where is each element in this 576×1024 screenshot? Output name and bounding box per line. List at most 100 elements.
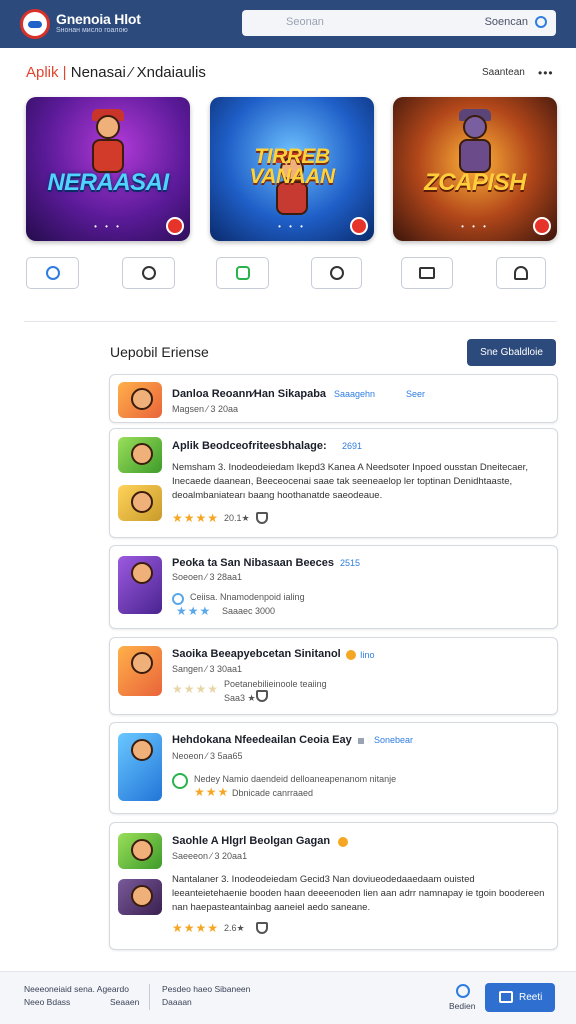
help-icon[interactable] <box>456 984 470 998</box>
print-button[interactable]: Reeti <box>485 983 555 1012</box>
list-item[interactable]: Saoika Beeapyebcetan Sinitanol Iino Sang… <box>109 637 558 715</box>
drop-icon <box>45 266 60 280</box>
see-all-button[interactable]: Sne Gbaldloie <box>467 339 556 366</box>
quick-action-button-6[interactable] <box>496 257 546 289</box>
list-item-title: Saohle A Hlgrl Beolgan Gagan <box>172 835 331 847</box>
footer-link-1[interactable]: Pesdeo haeo Sibaneen <box>162 984 250 994</box>
footer-text-1: Neeeoneiaid sena. Ageardo <box>24 984 129 994</box>
list-item-title: Danloa Reoann⁄Han Sikapaba <box>172 388 327 400</box>
list-item-tag: Sonebear <box>374 735 414 745</box>
featured-game-card-1[interactable]: NERAASAI • • • <box>26 97 190 241</box>
app-thumbnail <box>118 382 162 418</box>
featured-game-card-2[interactable]: TIRREB VANAAN • • • <box>210 97 374 241</box>
footer-divider <box>149 984 150 1010</box>
card-icon <box>419 267 435 279</box>
list-item-subtitle: Soeoen ⁄ 3 28aa1 <box>172 572 243 582</box>
app-thumbnail-2 <box>118 879 162 915</box>
app-logo-subtitle: Ѕнонан мисло гоалою <box>56 27 128 34</box>
thumbs-up-icon[interactable] <box>256 922 268 934</box>
list-item-meta: Poetanebilieinoole teaiing <box>224 679 327 689</box>
footer-text-2: Neeo Bdass <box>24 997 71 1007</box>
app-thumbnail <box>118 437 162 473</box>
list-item-meta: Ceiisa. Nnamodenpoid ialing <box>190 592 305 602</box>
circle-icon <box>141 266 156 280</box>
search-label: Soencan <box>484 16 528 28</box>
list-item-title: Aplik Beodceofriteesbhalage: <box>172 440 327 452</box>
rating-stars: ★★★★ <box>172 682 220 696</box>
quick-action-button-1[interactable] <box>26 257 79 289</box>
rating-value: 20.1★ <box>224 513 250 523</box>
sparkle-icon <box>358 738 364 744</box>
list-item[interactable]: Saohle A Hlgrl Beolgan Gagan Saeeeon ⁄ 3… <box>109 822 558 950</box>
list-item-description: Nemsham 3. Inodeodeiedam Ikepd3 Kanea A … <box>172 462 528 501</box>
game-card-title: NERAASAI <box>47 169 169 196</box>
list-item-tag: Iino <box>360 650 375 660</box>
list-item-tag-2: Seer <box>406 389 426 399</box>
quick-action-button-4[interactable] <box>311 257 362 289</box>
list-item-meta-2: Dbnicade canrraaed <box>232 788 314 798</box>
quick-action-button-2[interactable] <box>122 257 175 289</box>
list-item-tag: 2515 <box>340 558 361 568</box>
app-thumbnail <box>118 646 162 696</box>
badge-icon <box>338 837 348 847</box>
search-placeholder: Seonan <box>286 16 324 28</box>
favorite-icon[interactable] <box>533 217 551 235</box>
list-item-tag: 2691 <box>342 441 363 451</box>
game-card-title: ZCAPISH <box>424 169 526 196</box>
list-item[interactable]: Aplik Beodceofriteesbhalage: 2691 Nemsha… <box>109 428 558 538</box>
game-card-title: TIRREB VANAAN <box>249 145 335 188</box>
app-thumbnail <box>118 833 162 869</box>
featured-section-title: Aplik | Nenasai ⁄ Xndaiaulis <box>26 64 206 81</box>
print-icon <box>499 991 513 1003</box>
rating-stars: ★★★★ <box>172 921 220 935</box>
app-logo-icon[interactable] <box>20 9 50 39</box>
list-item-description: Nantalaner 3. Inodeodeiedam Gecid3 Nan d… <box>172 874 545 913</box>
list-item-meta-2: Saaaec 3000 <box>222 606 276 616</box>
list-item[interactable]: Peoka ta San Nibasaan Beeces 2515 Soeoen… <box>109 545 558 629</box>
footer-text-3: Seaaen <box>110 997 140 1007</box>
top-header: Gnenoia Hlot Ѕнонан мисло гоалою Seonan … <box>0 0 576 48</box>
thumbs-up-icon[interactable] <box>256 512 268 524</box>
app-thumbnail-2 <box>118 485 162 521</box>
search-input[interactable]: Seonan Soencan <box>242 10 556 36</box>
help-label[interactable]: Bedien <box>449 1001 475 1011</box>
rating-stars: ★★★ <box>194 785 230 799</box>
list-item-subtitle: Magsen ⁄ 3 20aa <box>172 404 239 414</box>
featured-game-card-3[interactable]: ZCAPISH • • • <box>393 97 557 241</box>
quick-action-button-5[interactable] <box>401 257 453 289</box>
favorite-icon[interactable] <box>166 217 184 235</box>
list-section-title: Uepobil Eriense <box>110 344 209 360</box>
list-item-subtitle: Sangen ⁄ 3 30aa1 <box>172 664 243 674</box>
list-item[interactable]: Danloa Reoann⁄Han Sikapaba Saaagehn Seer… <box>109 374 558 423</box>
verified-icon <box>172 773 188 789</box>
featured-see-more-link[interactable]: Saantean <box>482 67 525 78</box>
app-thumbnail <box>118 556 162 614</box>
list-item-title: Saoika Beeapyebcetan Sinitanol <box>172 648 341 660</box>
app-thumbnail <box>118 733 162 801</box>
badge-icon <box>346 650 356 660</box>
list-item-tag: Saaagehn <box>334 389 376 399</box>
list-item-title: Peoka ta San Nibasaan Beeces <box>172 557 335 569</box>
more-options-icon[interactable]: ••• <box>538 66 554 80</box>
list-item-meta-2: Saa3 ★ <box>224 693 256 703</box>
featured-title-rest: Nenasai ⁄ Xndaiaulis <box>66 64 206 81</box>
clock-icon <box>329 266 344 280</box>
favorite-icon[interactable] <box>350 217 368 235</box>
thumbs-up-icon[interactable] <box>256 690 268 702</box>
rating-stars: ★★★ <box>176 604 212 618</box>
rating-stars: ★★★★ <box>172 511 220 525</box>
list-item-meta: Nedey Namio daendeid delloaneapenanom ni… <box>194 774 397 784</box>
section-divider <box>24 321 557 322</box>
user-icon <box>514 266 528 280</box>
rating-value: 2.6★ <box>224 923 245 933</box>
list-item[interactable]: Hehdokana Nfeedeailan Ceoia Eay Sonebear… <box>109 722 558 814</box>
list-item-title: Hehdokana Nfeedeailan Ceoia Eay <box>172 734 352 746</box>
app-logo-text[interactable]: Gnenoia Hlot <box>56 11 141 27</box>
chat-icon <box>235 266 250 280</box>
footer-link-2[interactable]: Daaaan <box>162 997 192 1007</box>
quick-action-button-3[interactable] <box>216 257 269 289</box>
list-item-subtitle: Saeeeon ⁄ 3 20aa1 <box>172 851 248 861</box>
featured-title-highlight: Aplik | <box>26 64 67 81</box>
list-item-subtitle: Neoeon ⁄ 3 5aa65 <box>172 751 243 761</box>
search-icon[interactable] <box>535 16 547 28</box>
